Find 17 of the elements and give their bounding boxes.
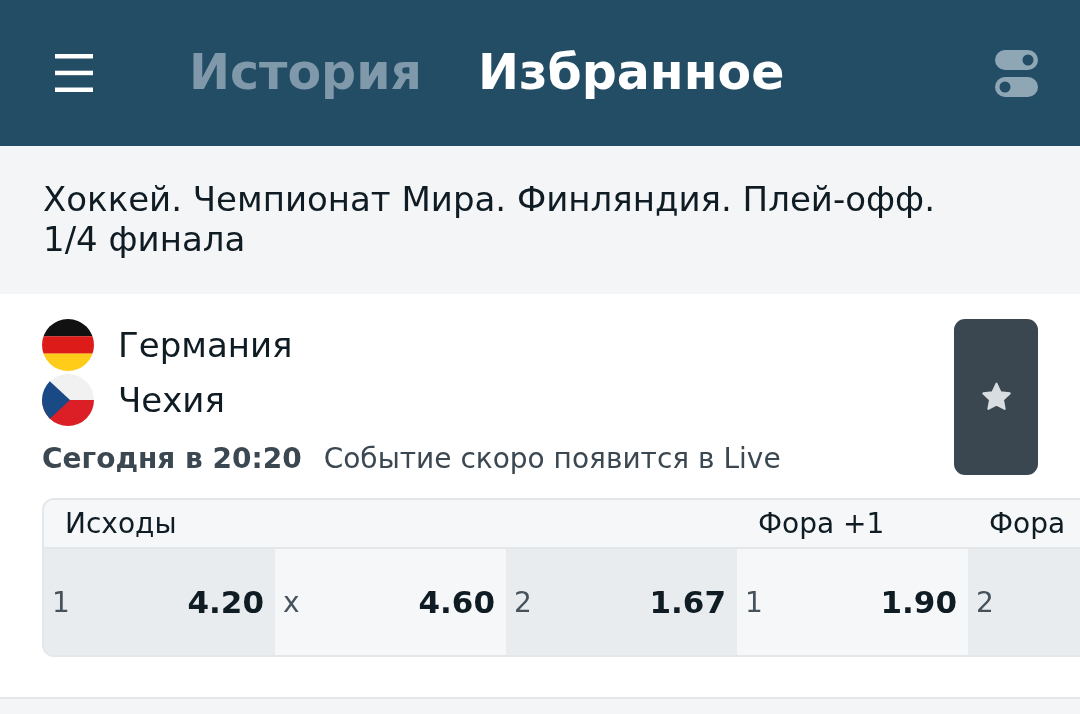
menu-icon (55, 54, 93, 92)
czech-flag-icon (42, 374, 94, 426)
event-status: Событие скоро появится в Live (323, 442, 781, 475)
favorite-button[interactable] (954, 319, 1038, 475)
odds-button[interactable]: 1 4.20 (44, 549, 275, 655)
tab[interactable]: Избранное (478, 43, 785, 103)
team-name: Чехия (118, 380, 225, 420)
odds-button[interactable]: 2 1.67 (506, 549, 737, 655)
league-title: Хоккей. Чемпионат Мира. Финляндия. Плей-офф. 1/4 финала (43, 179, 936, 259)
germany-flag-icon (42, 319, 94, 371)
toggles-icon (995, 49, 1038, 97)
team-name: Германия (118, 325, 293, 365)
start-time: Сегодня в 20:20 (42, 442, 302, 475)
odds-button[interactable]: 2 (968, 549, 1080, 655)
settings-toggle-button[interactable] (995, 49, 1038, 97)
menu-button[interactable] (55, 54, 93, 92)
market-title: Исходы (44, 500, 737, 549)
